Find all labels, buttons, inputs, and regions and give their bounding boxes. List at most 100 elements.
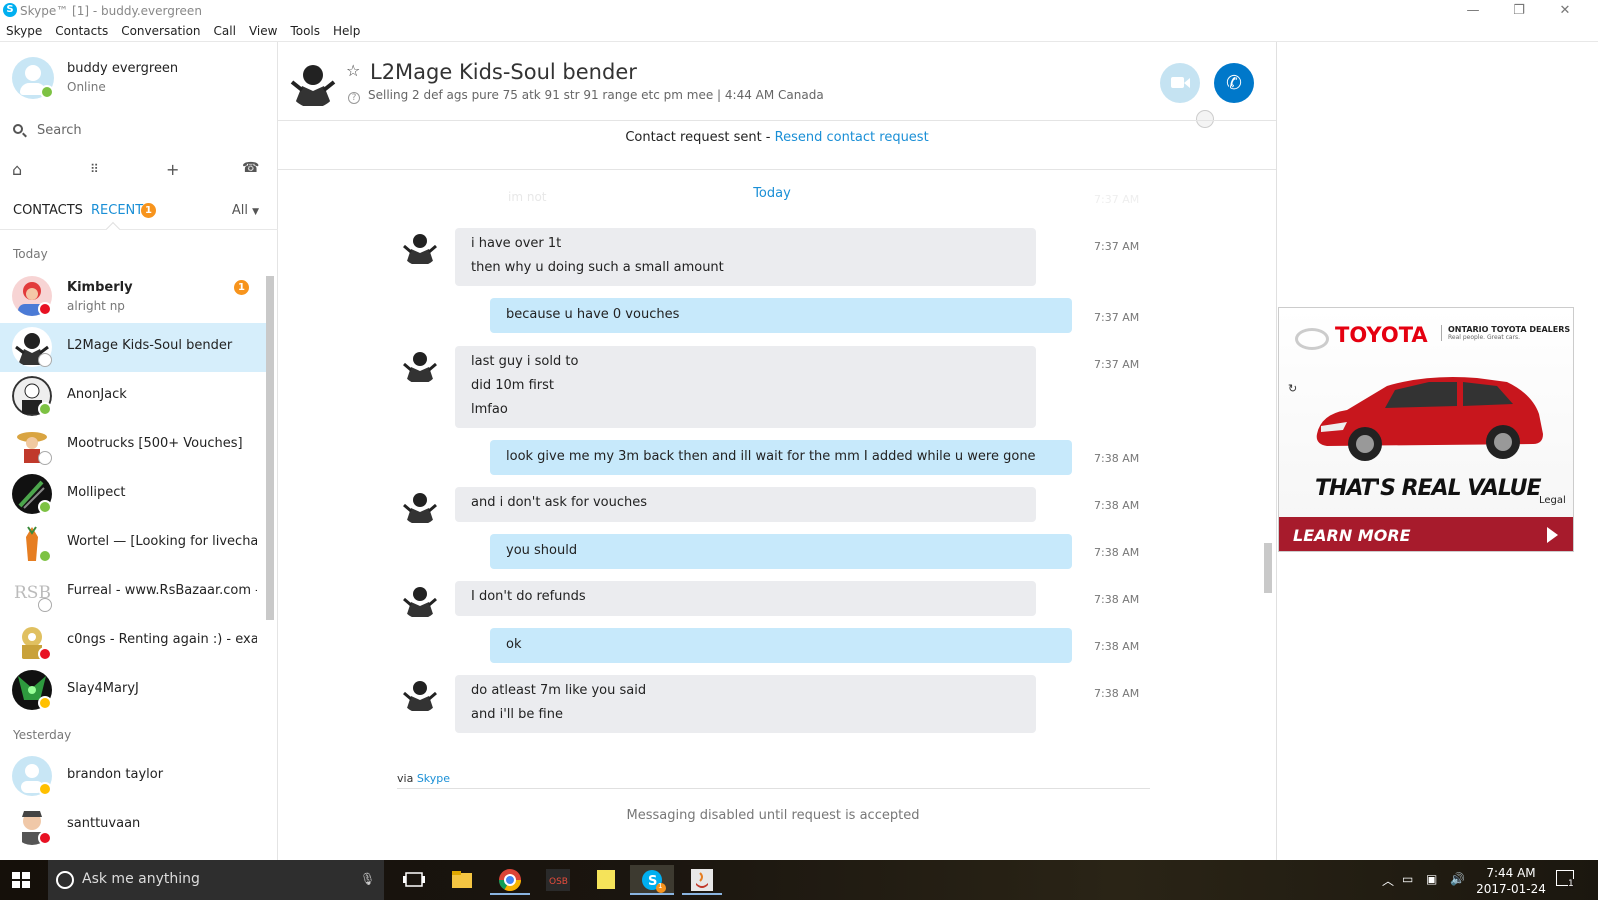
system-clock[interactable]: 7:44 AM 2017-01-24 (1476, 865, 1546, 897)
task-view-icon[interactable] (394, 865, 434, 895)
message-line: you should (506, 543, 578, 558)
java-app-icon[interactable] (682, 865, 722, 895)
avatar-image (403, 234, 437, 264)
sender-avatar[interactable] (401, 581, 439, 619)
resend-request-link[interactable]: Resend contact request (775, 130, 929, 145)
action-center-icon[interactable]: 1 (1556, 870, 1574, 889)
message-bubble-outgoing[interactable]: you should (490, 534, 1072, 569)
osb-app-icon[interactable]: OSB (538, 865, 578, 895)
my-name[interactable]: buddy evergreen (67, 61, 178, 76)
via-skype: via Skype (397, 772, 450, 785)
tab-contacts[interactable]: CONTACTS (13, 203, 83, 218)
message-line: lmfao (471, 402, 508, 417)
chat-scrollbar[interactable] (1264, 543, 1272, 593)
contact-item[interactable]: RSB Furreal - www.RsBazaar.com -... (0, 568, 266, 617)
chrome-icon[interactable] (490, 865, 530, 895)
replay-icon[interactable]: ↻ (1288, 382, 1297, 395)
contact-item[interactable]: brandon taylor (0, 752, 266, 801)
contact-mood: alright np (67, 299, 125, 313)
contact-item[interactable]: Wortel — [Looking for livecha... (0, 519, 266, 568)
message-bubble-outgoing[interactable]: because u have 0 vouches (490, 298, 1072, 333)
filter-dropdown[interactable]: All ▼ (232, 203, 259, 218)
menu-skype[interactable]: Skype (0, 22, 49, 38)
busy-status-icon (38, 647, 52, 661)
dialpad-icon[interactable]: ⠿ (90, 162, 99, 176)
message-time: 7:38 AM (1094, 546, 1140, 559)
contact-name: Furreal - www.RsBazaar.com -... (67, 583, 257, 598)
message-time: 7:37 AM (1094, 240, 1140, 253)
windows-start-icon[interactable] (12, 872, 30, 888)
menu-contacts[interactable]: Contacts (49, 22, 115, 38)
menu-help[interactable]: Help (327, 22, 367, 38)
video-call-button[interactable] (1160, 63, 1200, 103)
menu-conversation[interactable]: Conversation (115, 22, 207, 38)
skype-badge: 1 (658, 882, 663, 890)
contact-item[interactable]: santtuvaan (0, 801, 266, 850)
ad-brand: TOYOTA (1335, 323, 1428, 347)
power-icon[interactable]: ▭ (1402, 872, 1413, 886)
toyota-ad[interactable]: TOYOTA ONTARIO TOYOTA DEALERS Real people… (1278, 307, 1574, 552)
clock-time: 7:44 AM (1486, 866, 1536, 880)
close-button[interactable]: ✕ (1542, 0, 1588, 22)
menu-tools[interactable]: Tools (284, 22, 327, 38)
volume-icon[interactable]: 🔊 (1450, 872, 1465, 886)
home-icon[interactable]: ⌂ (12, 160, 22, 179)
message-bubble-incoming[interactable]: last guy i sold to did 10m first lmfao (455, 346, 1036, 428)
globe-icon[interactable] (1196, 110, 1214, 128)
sender-avatar[interactable] (401, 346, 439, 384)
contacts-scrollbar[interactable] (266, 276, 274, 620)
clock-date: 2017-01-24 (1476, 882, 1546, 896)
contact-name: brandon taylor (67, 767, 164, 782)
contact-name: Slay4MaryJ (67, 681, 139, 696)
network-icon[interactable]: ▣ (1426, 872, 1437, 886)
recent-badge: 1 (141, 203, 156, 218)
message-bubble-incoming[interactable]: and i don't ask for vouches (455, 487, 1036, 522)
phone-icon: ✆ (1226, 72, 1242, 94)
messaging-disabled-notice: Messaging disabled until request is acce… (626, 808, 920, 823)
menu-call[interactable]: Call (208, 22, 243, 38)
contact-item[interactable]: Slay4MaryJ (0, 666, 266, 715)
ad-legal-link[interactable]: Legal (1539, 495, 1566, 506)
message-bubble-incoming[interactable]: do atleast 7m like you said and i'll be … (455, 675, 1036, 733)
sender-avatar[interactable] (401, 487, 439, 525)
call-button[interactable]: ✆ (1214, 63, 1254, 103)
header-divider (278, 120, 1276, 121)
restore-button[interactable]: ❐ (1496, 0, 1542, 22)
new-contact-icon[interactable]: ☎ (242, 160, 259, 176)
tab-recent[interactable]: RECENT 1 (91, 203, 156, 218)
message-line: do atleast 7m like you said (471, 683, 647, 698)
compose-divider (397, 788, 1150, 789)
contact-item[interactable]: c0ngs - Renting again :) - exa... (0, 617, 266, 666)
file-explorer-icon[interactable] (442, 865, 482, 895)
learn-more-button[interactable]: LEARN MORE (1279, 517, 1573, 551)
contact-item[interactable]: Mollipect (0, 470, 266, 519)
contact-item[interactable]: Kimberly alright np 1 (0, 272, 266, 321)
search-box[interactable]: Search (13, 122, 263, 142)
contact-item[interactable]: Mootrucks [500+ Vouches] (0, 421, 266, 470)
recent-list: Today Kimberly alright np 1 L2Mage Kids-… (0, 238, 266, 860)
minimize-button[interactable]: — (1450, 0, 1496, 22)
message-bubble-outgoing[interactable]: look give me my 3m back then and ill wai… (490, 440, 1072, 475)
show-hidden-icons[interactable]: ︿ (1382, 872, 1394, 889)
message-bubble-incoming[interactable]: i have over 1t then why u doing such a s… (455, 228, 1036, 286)
contact-item[interactable]: L2Mage Kids-Soul bender (0, 323, 266, 372)
message-bubble-incoming[interactable]: I don't do refunds (455, 581, 1036, 616)
add-icon[interactable]: + (166, 160, 179, 179)
conversation-avatar[interactable] (288, 58, 338, 108)
microphone-icon[interactable]: 🎙 (360, 872, 375, 886)
mood-text: Selling 2 def ags pure 75 atk 91 str 91 … (368, 88, 714, 102)
menu-view[interactable]: View (243, 22, 284, 38)
my-avatar[interactable] (12, 57, 54, 99)
favorite-star-icon[interactable]: ☆ (346, 61, 360, 80)
my-status[interactable]: Online (67, 80, 106, 94)
sidebar-toolbar: ⌂ ⠿ + ☎ (0, 160, 278, 184)
unread-badge: 1 (234, 280, 249, 295)
skype-taskbar-icon[interactable]: S1 (630, 865, 674, 895)
sticky-notes-icon[interactable] (586, 865, 626, 895)
message-bubble-outgoing[interactable]: ok (490, 628, 1072, 663)
sender-avatar[interactable] (401, 675, 439, 713)
skype-link[interactable]: Skype (417, 772, 450, 785)
sender-avatar[interactable] (401, 228, 439, 266)
contact-item[interactable]: AnonJack (0, 372, 266, 421)
cortana-search[interactable]: Ask me anything 🎙 (48, 860, 384, 900)
